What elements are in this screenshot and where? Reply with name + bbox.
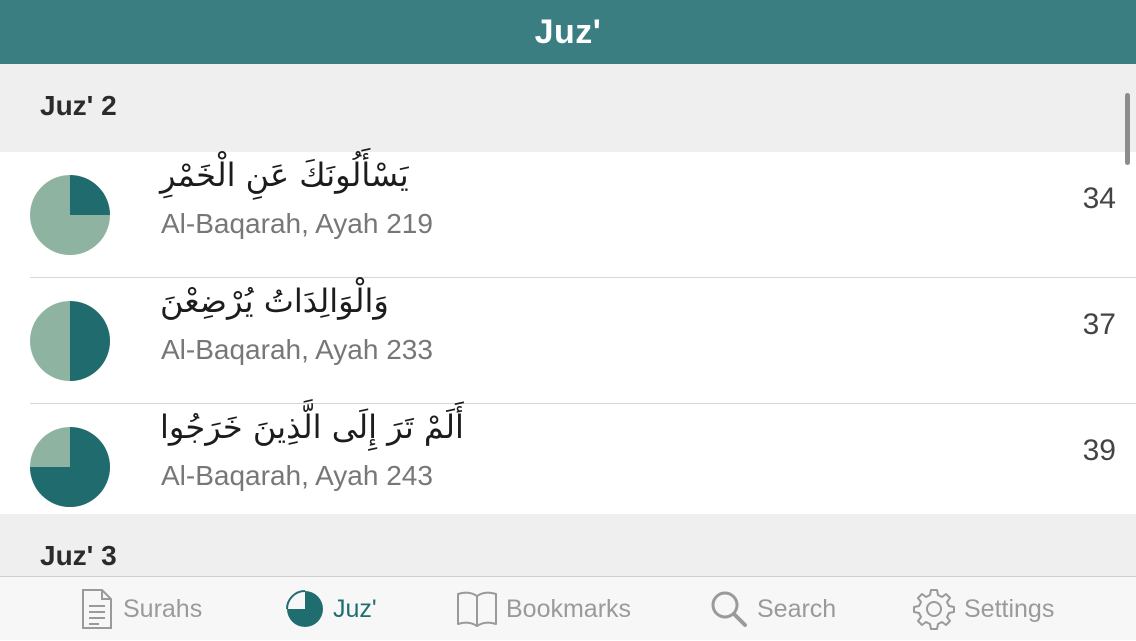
magnifier-icon <box>711 591 747 627</box>
page-title: Juz' <box>534 12 602 51</box>
tab-label: Settings <box>964 594 1055 623</box>
tab-bar: Surahs Juz' Bookmarks Search Settings <box>0 576 1136 640</box>
juz-list[interactable]: Juz' 2 يَسْأَلُونَكَ عَنِ الْخَمْرِ Al-B… <box>0 64 1136 576</box>
tab-label: Surahs <box>123 594 203 623</box>
tab-label: Juz' <box>333 594 377 623</box>
tab-settings[interactable]: Settings <box>912 577 1054 641</box>
ayah-reference: Al-Baqarah, Ayah 233 <box>161 334 433 365</box>
section-header-juz-2: Juz' 2 <box>0 64 1136 152</box>
tab-label: Bookmarks <box>506 594 632 623</box>
section-header-label: Juz' 3 <box>40 540 117 571</box>
pie-icon <box>286 590 323 627</box>
list-item[interactable]: يَسْأَلُونَكَ عَنِ الْخَمْرِ Al-Baqarah,… <box>0 152 1136 278</box>
ayah-arabic-text: وَالْوَالِدَاتُ يُرْضِعْنَ <box>160 282 389 320</box>
gear-icon <box>913 589 955 630</box>
section-header-juz-3: Juz' 3 <box>0 514 1136 576</box>
ayah-arabic-text: أَلَمْ تَرَ إِلَى الَّذِينَ خَرَجُوا <box>160 408 464 446</box>
page-number: 34 <box>1082 182 1116 215</box>
navigation-bar: Juz' <box>0 0 1136 64</box>
tab-bookmarks[interactable]: Bookmarks <box>456 577 631 641</box>
progress-pie-icon <box>30 301 110 381</box>
list-item[interactable]: وَالْوَالِدَاتُ يُرْضِعْنَ Al-Baqarah, A… <box>0 278 1136 404</box>
ayah-reference: Al-Baqarah, Ayah 243 <box>161 460 433 491</box>
progress-pie-icon <box>30 175 110 255</box>
list-item[interactable]: أَلَمْ تَرَ إِلَى الَّذِينَ خَرَجُوا Al-… <box>0 404 1136 530</box>
tab-label: Search <box>757 594 837 623</box>
page-number: 37 <box>1082 308 1116 341</box>
section-header-label: Juz' 2 <box>40 90 117 121</box>
ayah-reference: Al-Baqarah, Ayah 219 <box>161 208 433 239</box>
book-icon <box>457 591 497 627</box>
tab-juz[interactable]: Juz' <box>285 577 377 641</box>
tab-search[interactable]: Search <box>709 577 836 641</box>
progress-pie-icon <box>30 427 110 507</box>
scrollbar[interactable] <box>1125 93 1130 165</box>
tab-surahs[interactable]: Surahs <box>79 577 202 641</box>
ayah-arabic-text: يَسْأَلُونَكَ عَنِ الْخَمْرِ <box>160 156 409 194</box>
page-number: 39 <box>1082 434 1116 467</box>
document-icon <box>82 589 112 629</box>
